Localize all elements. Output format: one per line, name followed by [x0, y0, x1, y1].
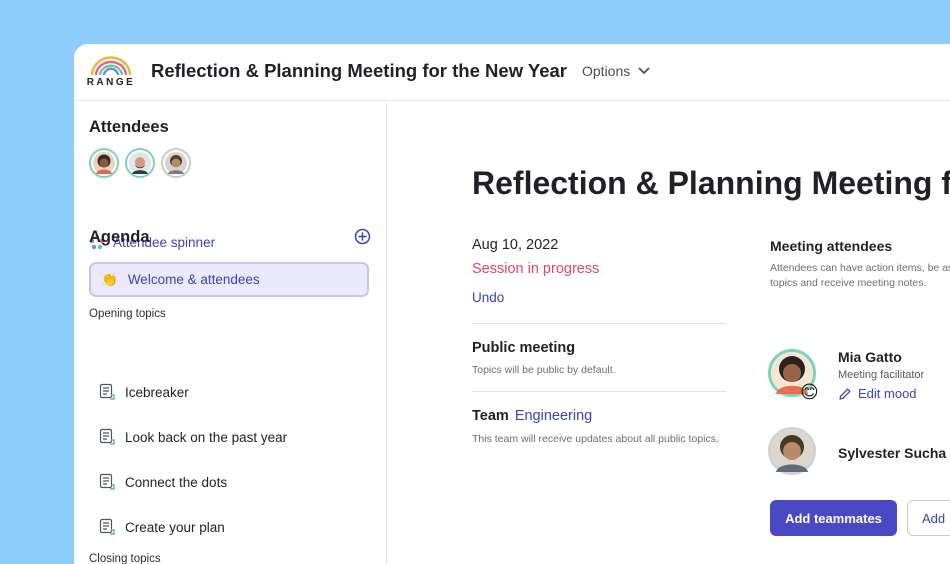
page-title: Reflection & Planning Meeting for the Ne… [151, 60, 567, 81]
agenda-heading: Agenda [89, 228, 150, 246]
team-desc: This team will receive updates about all… [472, 433, 719, 445]
topic-document-icon [99, 428, 115, 445]
options-label: Options [582, 63, 631, 79]
app-window: RANGE Reflection & Planning Meeting for … [74, 44, 950, 564]
mood-emoji-icon: 😊 [800, 382, 819, 402]
avatar[interactable] [125, 148, 155, 178]
person-avatar-icon [129, 152, 151, 174]
divider [472, 323, 726, 324]
meeting-attendees-heading: Meeting attendees [770, 238, 893, 254]
agenda-item-active[interactable]: 👏 Welcome & attendees [89, 262, 369, 297]
team-link[interactable]: Engineering [515, 408, 592, 424]
person-avatar-icon [165, 152, 187, 174]
team-heading: Team [472, 408, 509, 424]
topic-document-icon [99, 473, 115, 490]
agenda-item-label: Look back on the past year [125, 429, 288, 445]
avatar[interactable] [161, 148, 191, 178]
attendees-heading: Attendees [89, 118, 169, 136]
attendee-name: Sylvester Sucha [838, 445, 947, 461]
agenda-item[interactable]: Icebreaker [99, 379, 359, 405]
topic-document-icon [99, 518, 115, 535]
attendee-avatars [89, 148, 191, 178]
agenda-item[interactable]: Look back on the past year [99, 424, 359, 450]
header: RANGE Reflection & Planning Meeting for … [74, 44, 950, 101]
clapping-hands-icon: 👏 [101, 271, 118, 287]
avatar[interactable] [89, 148, 119, 178]
chevron-down-icon [638, 67, 650, 74]
agenda-item[interactable]: Create your plan [99, 514, 359, 540]
add-button[interactable]: Add [907, 500, 950, 536]
attendee-name: Mia Gatto [838, 349, 902, 365]
agenda-item-label: Connect the dots [125, 474, 228, 490]
avatar[interactable] [768, 427, 816, 475]
opening-topics-label: Opening topics [89, 308, 166, 320]
main-content: Reflection & Planning Meeting for the Ne… [387, 101, 950, 564]
agenda-item-label: Icebreaker [125, 384, 189, 400]
agenda-item-label: Welcome & attendees [127, 272, 260, 287]
edit-mood-label: Edit mood [858, 386, 917, 401]
sidebar: Attendees Attendee spinner Agenda 👏 Welc… [74, 101, 387, 564]
meeting-date: Aug 10, 2022 [472, 237, 559, 253]
public-meeting-desc: Topics will be public by default. [472, 364, 616, 376]
team-row: Team Engineering [472, 408, 592, 424]
session-status: Session in progress [472, 261, 600, 277]
closing-topics-label: Closing topics [89, 553, 161, 564]
person-avatar-icon [93, 152, 115, 174]
logo-wordmark: RANGE [86, 77, 136, 88]
options-dropdown[interactable]: Options [582, 63, 650, 79]
rainbow-logo-icon [90, 56, 132, 76]
add-teammates-button[interactable]: Add teammates [770, 500, 897, 536]
agenda-item-label: Create your plan [125, 519, 225, 535]
agenda-item[interactable]: Connect the dots [99, 469, 359, 495]
attendee-role: Meeting facilitator [838, 369, 925, 381]
add-agenda-button[interactable] [354, 228, 371, 250]
public-meeting-heading: Public meeting [472, 340, 576, 356]
edit-mood-link[interactable]: Edit mood [838, 386, 917, 401]
range-logo[interactable]: RANGE [86, 50, 136, 90]
meeting-title: Reflection & Planning Meeting for the Ne… [472, 165, 950, 201]
undo-button[interactable]: Undo [472, 290, 504, 305]
topic-document-icon [99, 383, 115, 400]
pencil-icon [839, 388, 851, 400]
divider [472, 391, 726, 392]
meeting-attendees-desc: Attendees can have action items, be assi… [770, 262, 950, 289]
plus-circle-icon [354, 228, 371, 245]
person-avatar-icon [771, 430, 813, 472]
